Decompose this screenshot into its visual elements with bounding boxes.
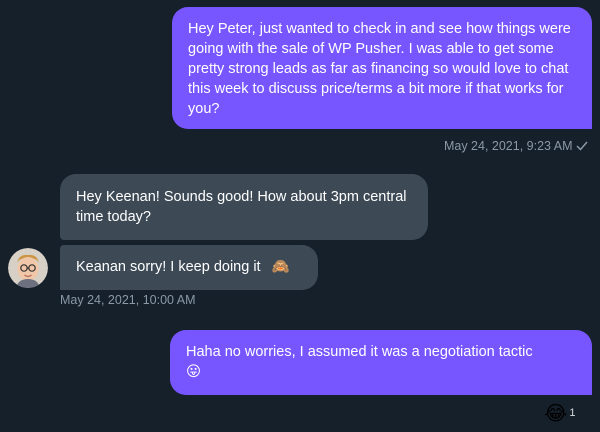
message-text: Hey Peter, just wanted to check in and s… <box>188 21 571 117</box>
message-bubble-sent-2[interactable]: Haha no worries, I assumed it was a nego… <box>170 330 592 395</box>
message-bubble-sent-1[interactable]: Hey Peter, just wanted to check in and s… <box>172 7 592 129</box>
message-text: Keanan sorry! I keep doing it <box>76 259 261 275</box>
see-no-evil-monkey-icon: 🙈 <box>271 259 290 275</box>
user-avatar[interactable] <box>8 248 48 288</box>
chat-screen: { "conversation": { "messages": [ { "sen… <box>0 0 600 432</box>
laughing-tears-icon: 😂 <box>544 401 568 425</box>
message-timestamp-2: May 24, 2021, 10:00 AM <box>60 293 196 307</box>
reaction-count: 1 <box>569 407 576 419</box>
message-bubble-received-1[interactable]: Hey Keenan! Sounds good! How about 3pm c… <box>60 174 428 240</box>
message-timestamp-1: May 24, 2021, 9:23 AM <box>444 138 588 154</box>
message-reaction[interactable]: 😂 1 <box>544 401 576 425</box>
message-bubble-received-2[interactable]: Keanan sorry! I keep doing it 🙈 <box>60 245 318 290</box>
message-text: Hey Keenan! Sounds good! How about 3pm c… <box>76 189 407 225</box>
check-icon <box>576 139 588 153</box>
message-text: Haha no worries, I assumed it was a nego… <box>186 344 533 360</box>
tongue-out-icon: 😛 <box>186 364 202 380</box>
